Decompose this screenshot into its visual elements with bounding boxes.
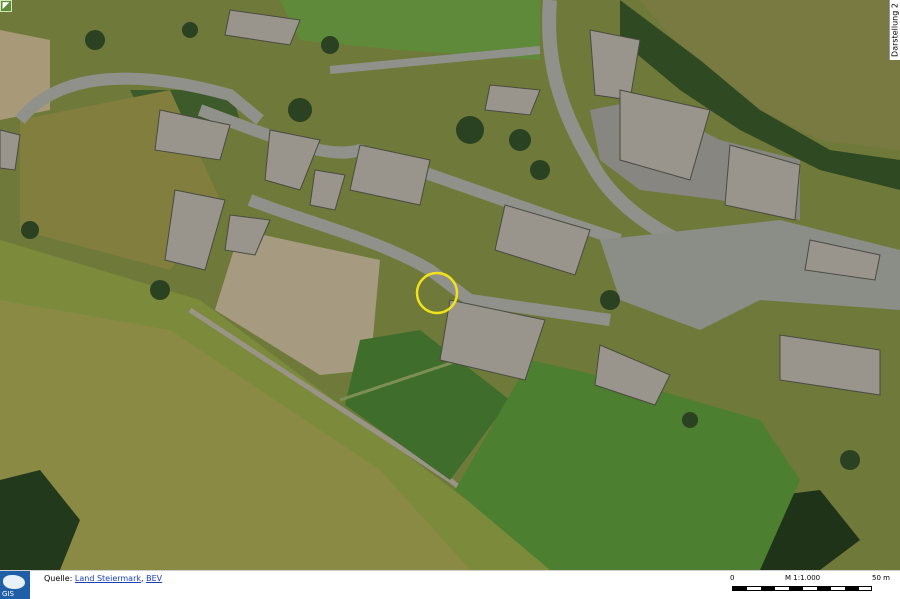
scale-start-label: 0 — [730, 574, 735, 582]
source-attribution: Quelle: Land Steiermark, BEV — [44, 574, 162, 583]
gis-steiermark-logo[interactable]: GIS — [0, 571, 30, 599]
aerial-image — [0, 0, 900, 570]
source-link-land-steiermark[interactable]: Land Steiermark — [75, 574, 141, 583]
map-footer: GIS Quelle: Land Steiermark, BEV 0 M 1:1… — [0, 570, 900, 599]
collapse-toggle-icon[interactable]: ◤ — [0, 0, 12, 12]
scale-bar: 0 M 1:1.000 50 m — [730, 574, 890, 596]
scale-end-label: 50 m — [872, 574, 890, 582]
source-link-bev[interactable]: BEV — [146, 574, 162, 583]
logo-text: GIS — [2, 590, 14, 598]
side-label-text: Darstellung 2 — [890, 3, 900, 57]
aerial-map[interactable]: ◤ Darstellung 2 — [0, 0, 900, 570]
source-prefix: Quelle: — [44, 574, 73, 583]
source-separator: , — [141, 574, 144, 583]
scale-ratio-label: M 1:1.000 — [785, 574, 821, 582]
scale-bar-graphic — [732, 586, 872, 591]
styria-map-icon — [3, 575, 25, 589]
side-panel-tab[interactable]: Darstellung 2 — [889, 0, 900, 60]
